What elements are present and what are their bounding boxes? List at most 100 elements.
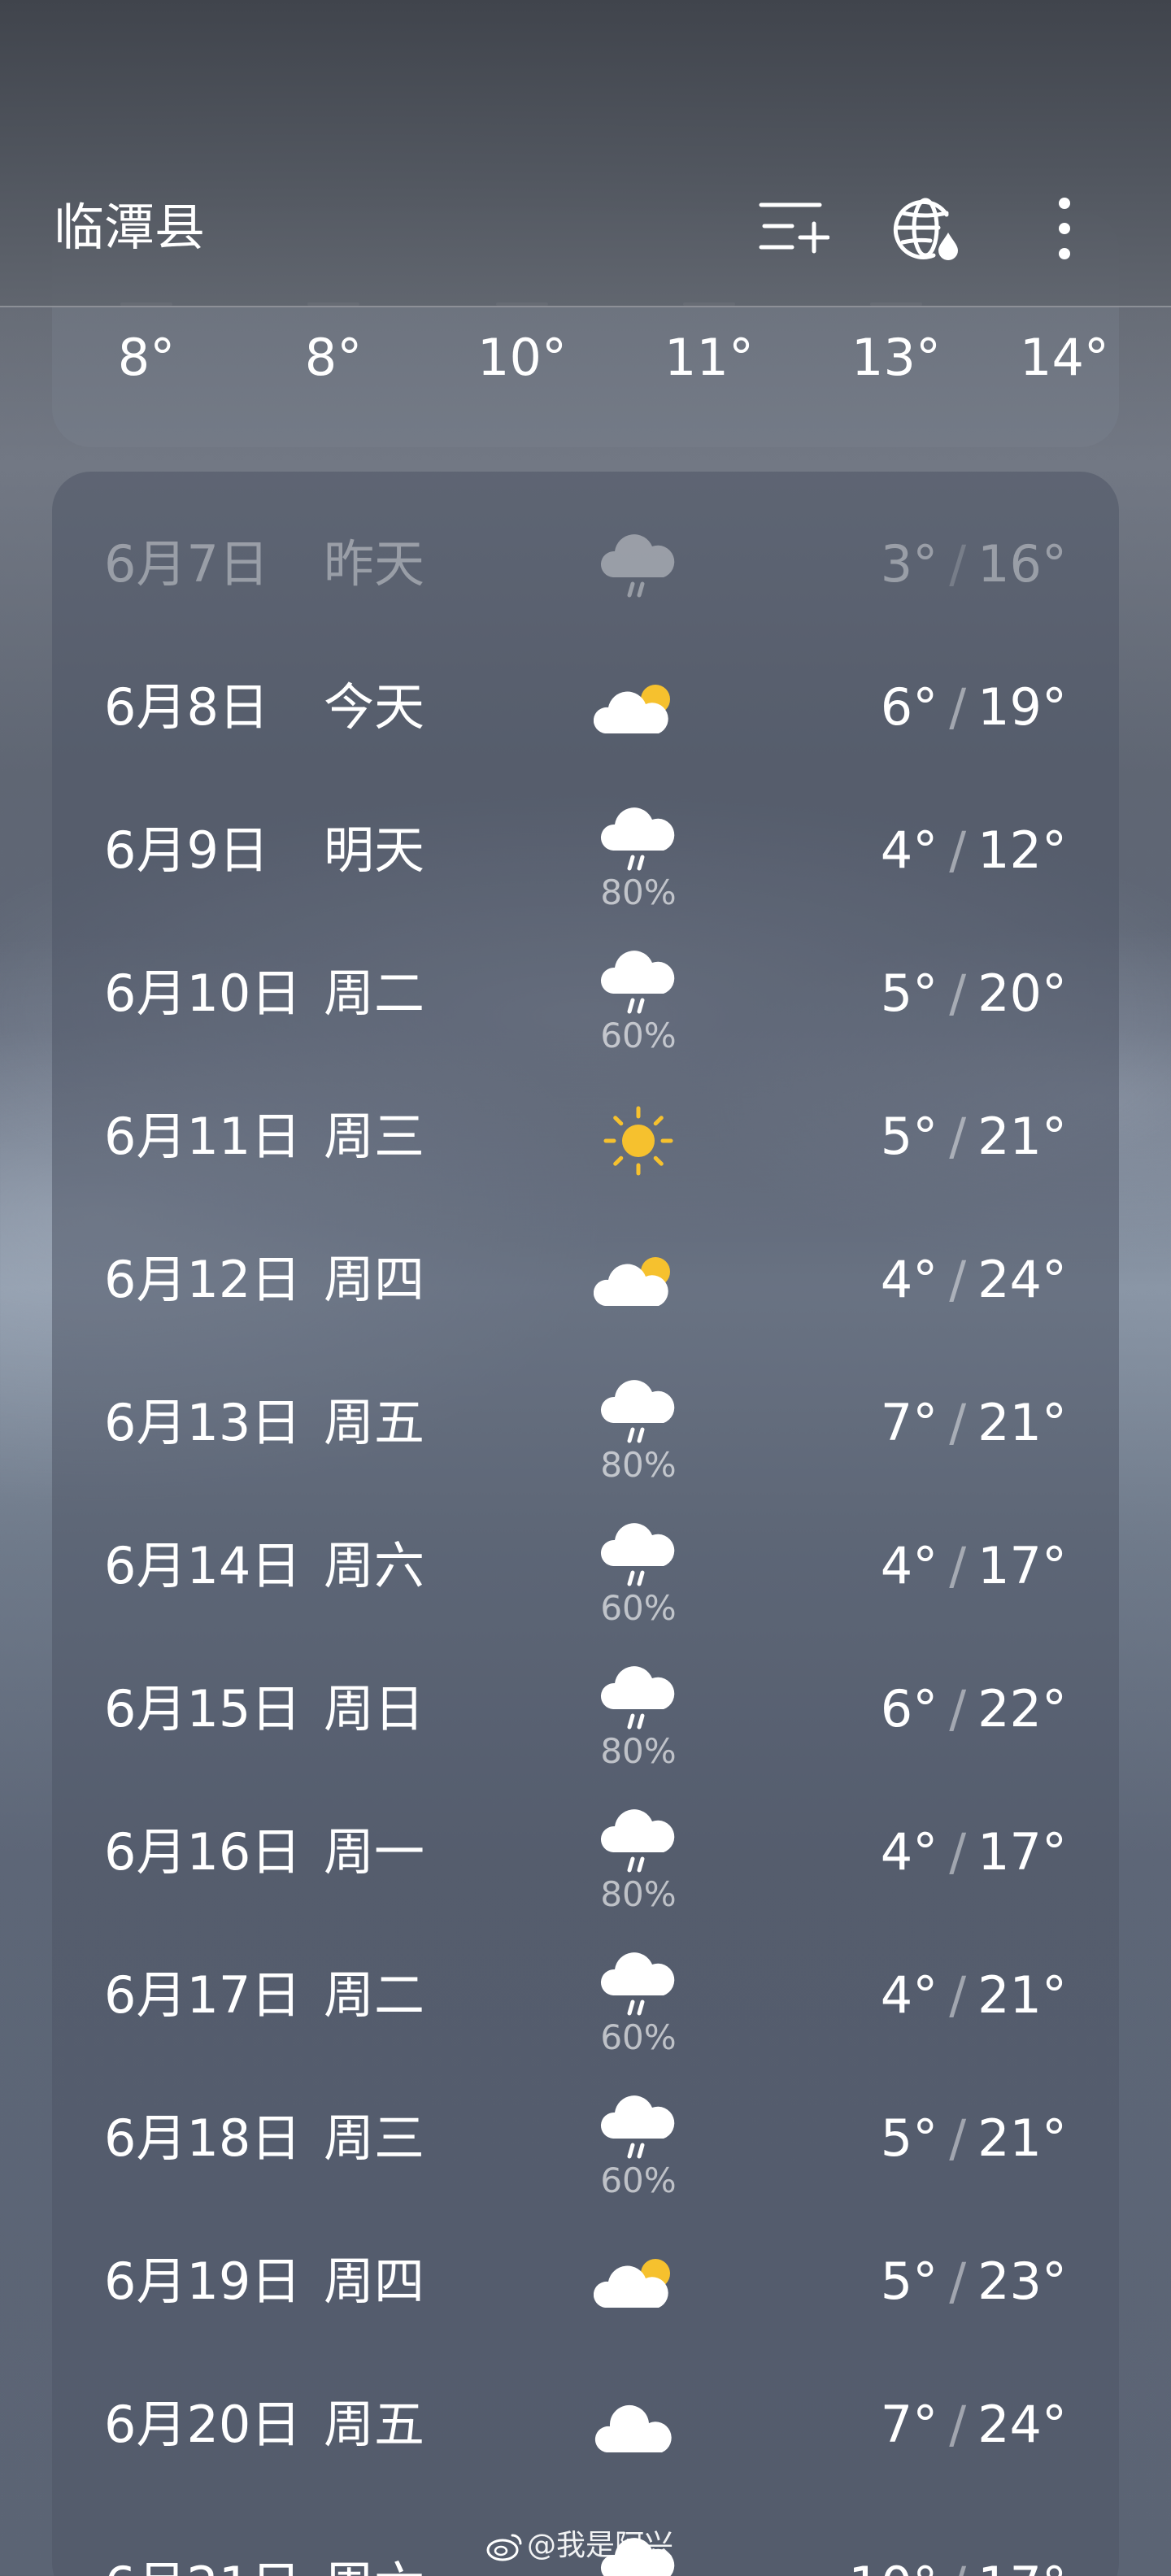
temp-separator: / xyxy=(949,677,967,737)
temp-separator: / xyxy=(949,2108,967,2168)
daily-row[interactable]: 6月9日 明天 80% 4°/12° xyxy=(52,781,1119,924)
daily-date: 6月9日 xyxy=(104,820,269,880)
low-temp: 4° xyxy=(880,1822,938,1882)
low-temp: 7° xyxy=(880,2395,938,2454)
daily-row[interactable]: 6月8日 今天 6°/19° xyxy=(52,637,1119,781)
high-temp: 24° xyxy=(977,2395,1067,2454)
temperature-range: 4°/21° xyxy=(881,1960,1067,2031)
temperature-range: 6°/22° xyxy=(881,1673,1067,1745)
low-temp: 6° xyxy=(880,1679,938,1738)
high-temp: 17° xyxy=(977,1536,1067,1595)
high-temp: 21° xyxy=(977,1393,1067,1452)
high-temp: 17° xyxy=(977,2556,1067,2576)
temp-separator: / xyxy=(949,964,967,1023)
high-temp: 16° xyxy=(977,534,1067,594)
daily-weekday: 周二 xyxy=(324,1965,425,2025)
daily-date: 6月15日 xyxy=(104,1679,302,1738)
hourly-temp: 10° xyxy=(477,328,567,387)
daily-row[interactable]: 6月15日 周日 80% 6°/22° xyxy=(52,1639,1119,1782)
temp-separator: / xyxy=(949,534,967,594)
temperature-range: 5°/23° xyxy=(881,2246,1067,2317)
rain-icon xyxy=(594,2093,683,2166)
daily-weekday: 周五 xyxy=(324,2395,425,2454)
temperature-range: 4°/24° xyxy=(881,1244,1067,1316)
high-temp: 17° xyxy=(977,1822,1067,1882)
daily-row[interactable]: 6月10日 周二 60% 5°/20° xyxy=(52,924,1119,1067)
high-temp: 24° xyxy=(977,1250,1067,1309)
sunny-icon xyxy=(594,1104,683,1177)
daily-date: 6月21日 xyxy=(104,2550,301,2576)
daily-weekday: 周三 xyxy=(324,2108,425,2168)
daily-row[interactable]: 6月7日 昨天 3°/16° xyxy=(52,494,1119,637)
weibo-logo-icon xyxy=(486,2532,522,2561)
daily-row[interactable]: 6月12日 周四 4°/24° xyxy=(52,1210,1119,1353)
precipitation-chance: 80% xyxy=(600,1874,677,1914)
precipitation-chance: 60% xyxy=(600,2160,677,2200)
temp-separator: / xyxy=(949,1393,967,1452)
daily-date: 6月7日 xyxy=(104,534,269,594)
partly-cloudy-icon xyxy=(593,1247,683,1321)
more-options-icon[interactable] xyxy=(1028,192,1101,265)
low-temp: 3° xyxy=(880,534,938,594)
rain-icon xyxy=(594,1807,683,1880)
hourly-temp: 14° xyxy=(1020,328,1109,387)
daily-date: 6月13日 xyxy=(104,1393,302,1452)
daily-weekday: 周五 xyxy=(324,1393,425,1452)
daily-weekday: 周四 xyxy=(324,1250,425,1309)
daily-weekday: 今天 xyxy=(324,677,425,737)
city-name[interactable]: 临潭县 xyxy=(54,194,205,262)
daily-row[interactable]: 6月16日 周一 80% 4°/17° xyxy=(52,1782,1119,1925)
hourly-temp: 8° xyxy=(117,328,176,387)
temperature-range: 7°/24° xyxy=(881,2389,1067,2461)
rain-icon xyxy=(594,1664,683,1737)
rain-icon xyxy=(594,948,683,1021)
temp-separator: / xyxy=(949,1250,967,1309)
temp-separator: / xyxy=(949,1965,967,2025)
daily-row[interactable]: 6月19日 周四 5°/23° xyxy=(52,2212,1119,2355)
daily-date: 6月12日 xyxy=(104,1250,302,1309)
temperature-range: 5°/21° xyxy=(881,2103,1067,2174)
globe-weather-icon[interactable] xyxy=(893,192,966,265)
daily-weekday: 明天 xyxy=(324,820,425,880)
low-temp: 6° xyxy=(880,677,938,737)
low-temp: 4° xyxy=(880,820,938,880)
daily-date: 6月20日 xyxy=(104,2395,302,2454)
low-temp: 10° xyxy=(848,2556,938,2576)
daily-row[interactable]: 6月18日 周三 60% 5°/21° xyxy=(52,2069,1119,2212)
high-temp: 21° xyxy=(977,1965,1067,2025)
rain-icon xyxy=(594,1521,683,1594)
daily-row[interactable]: 6月20日 周五 7°/24° xyxy=(52,2355,1119,2498)
hourly-temp: 11° xyxy=(664,328,754,387)
hourly-temp: 13° xyxy=(851,328,941,387)
precipitation-chance: 60% xyxy=(600,1016,677,1055)
low-temp: 7° xyxy=(880,1393,938,1452)
daily-row[interactable]: 6月14日 周六 60% 4°/17° xyxy=(52,1496,1119,1639)
temperature-range: 4°/12° xyxy=(881,815,1067,886)
low-temp: 4° xyxy=(880,1965,938,2025)
daily-date: 6月10日 xyxy=(104,964,302,1023)
daily-date: 6月14日 xyxy=(104,1536,302,1595)
temperature-range: 10°/17° xyxy=(848,2550,1067,2576)
daily-date: 6月16日 xyxy=(104,1822,302,1882)
cloudy-icon xyxy=(594,2392,683,2465)
low-temp: 4° xyxy=(880,1536,938,1595)
daily-row[interactable]: 6月17日 周二 60% 4°/21° xyxy=(52,1925,1119,2069)
temperature-range: 5°/21° xyxy=(881,1101,1067,1173)
rain-icon xyxy=(594,805,683,878)
add-city-icon[interactable] xyxy=(756,192,830,265)
daily-date: 6月19日 xyxy=(104,2252,302,2311)
precipitation-chance: 80% xyxy=(600,1731,677,1771)
precipitation-chance: 80% xyxy=(600,1445,677,1485)
temperature-range: 3°/16° xyxy=(881,529,1067,600)
low-temp: 5° xyxy=(880,2252,938,2311)
daily-row[interactable]: 6月13日 周五 80% 7°/21° xyxy=(52,1353,1119,1496)
daily-row[interactable]: 6月11日 周三 5°/21° xyxy=(52,1067,1119,1210)
temp-separator: / xyxy=(949,2252,967,2311)
daily-weekday: 周六 xyxy=(324,2550,424,2576)
temperature-range: 5°/20° xyxy=(881,958,1067,1029)
watermark-text: @我是阿兴 xyxy=(527,2529,674,2562)
high-temp: 20° xyxy=(977,964,1067,1023)
high-temp: 21° xyxy=(977,1107,1067,1166)
high-temp: 22° xyxy=(977,1679,1067,1738)
rain-icon xyxy=(594,532,683,605)
